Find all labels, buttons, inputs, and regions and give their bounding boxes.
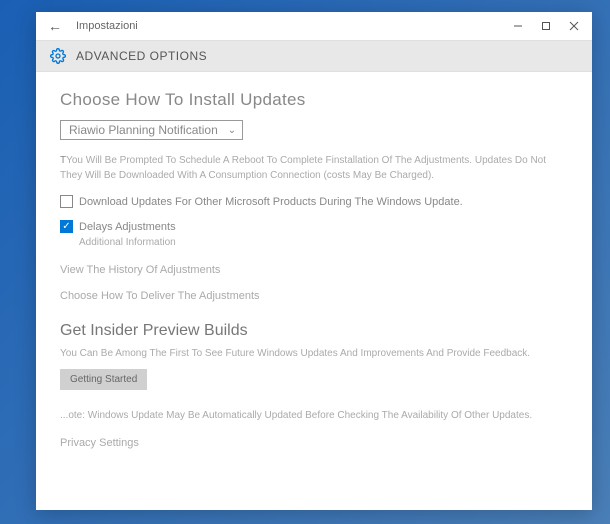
gear-icon bbox=[50, 48, 66, 64]
minimize-button[interactable] bbox=[504, 15, 532, 37]
chevron-down-icon: ⌄ bbox=[228, 125, 236, 136]
section-heading-install: Choose How To Install Updates bbox=[60, 90, 568, 110]
checkbox-other-products-label: Download Updates For Other Microsoft Pro… bbox=[79, 196, 463, 208]
delivery-link[interactable]: Choose How To Deliver The Adjustments bbox=[60, 290, 568, 302]
page-title: ADVANCED OPTIONS bbox=[76, 49, 207, 63]
titlebar: ← Impostazioni bbox=[36, 12, 592, 40]
insider-text: You Can Be Among The First To See Future… bbox=[60, 348, 568, 359]
privacy-settings-link[interactable]: Privacy Settings bbox=[60, 437, 568, 449]
section-heading-insider: Get Insider Preview Builds bbox=[60, 322, 568, 340]
close-icon bbox=[569, 21, 579, 31]
getting-started-button[interactable]: Getting Started bbox=[60, 369, 147, 390]
view-history-link[interactable]: View The History Of Adjustments bbox=[60, 264, 568, 276]
install-info-text: TYou Will Be Prompted To Schedule A Rebo… bbox=[60, 154, 568, 183]
checkbox-other-products-row: Download Updates For Other Microsoft Pro… bbox=[60, 195, 568, 208]
update-note: ...ote: Windows Update May Be Automatica… bbox=[60, 410, 568, 421]
header-band: ADVANCED OPTIONS bbox=[36, 40, 592, 72]
check-icon: ✓ bbox=[62, 222, 70, 232]
checkbox-delays[interactable]: ✓ bbox=[60, 220, 73, 233]
close-button[interactable] bbox=[560, 15, 588, 37]
window-title: Impostazioni bbox=[76, 20, 504, 32]
checkbox-other-products[interactable] bbox=[60, 195, 73, 208]
maximize-icon bbox=[541, 21, 551, 31]
back-button[interactable]: ← bbox=[48, 18, 62, 34]
minimize-icon bbox=[513, 21, 523, 31]
dropdown-value: Riawio Planning Notification bbox=[69, 123, 218, 137]
window-controls bbox=[504, 15, 588, 37]
checkbox-delays-row: ✓ Delays Adjustments bbox=[60, 220, 568, 233]
maximize-button[interactable] bbox=[532, 15, 560, 37]
checkbox-delays-label: Delays Adjustments bbox=[79, 221, 176, 233]
additional-info-link[interactable]: Additional Information bbox=[79, 237, 568, 248]
settings-window: ← Impostazioni ADVANCED OPTIONS Choose H… bbox=[36, 12, 592, 510]
content-area: Choose How To Install Updates Riawio Pla… bbox=[36, 72, 592, 459]
install-mode-dropdown[interactable]: Riawio Planning Notification ⌄ bbox=[60, 120, 243, 140]
